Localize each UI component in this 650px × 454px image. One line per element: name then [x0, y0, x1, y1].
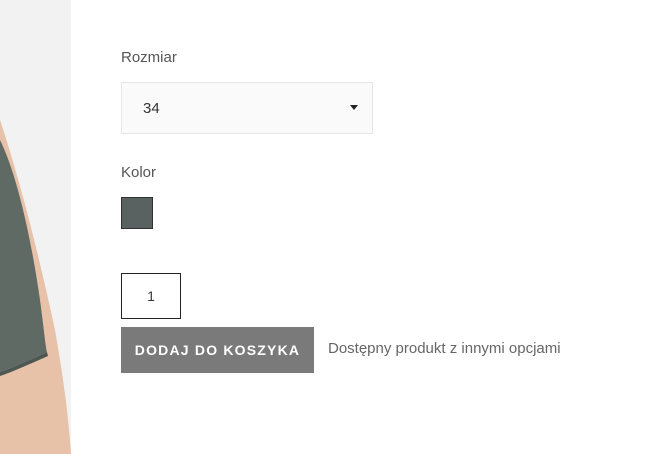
quantity-input[interactable] [121, 273, 181, 319]
product-page: Rozmiar 34 Kolor DODAJ DO KOSZYKA Dostęp… [0, 0, 650, 454]
caret-down-icon [350, 105, 358, 110]
add-to-cart-button[interactable]: DODAJ DO KOSZYKA [121, 327, 314, 373]
product-image [0, 0, 71, 454]
color-swatch[interactable] [121, 197, 153, 229]
size-select[interactable]: 34 [121, 82, 373, 134]
size-label: Rozmiar [121, 49, 177, 66]
color-label: Kolor [121, 164, 157, 181]
size-selected-value: 34 [143, 100, 160, 117]
availability-text: Dostępny produkt z innymi opcjami [328, 340, 561, 357]
garment-photo [0, 0, 71, 454]
